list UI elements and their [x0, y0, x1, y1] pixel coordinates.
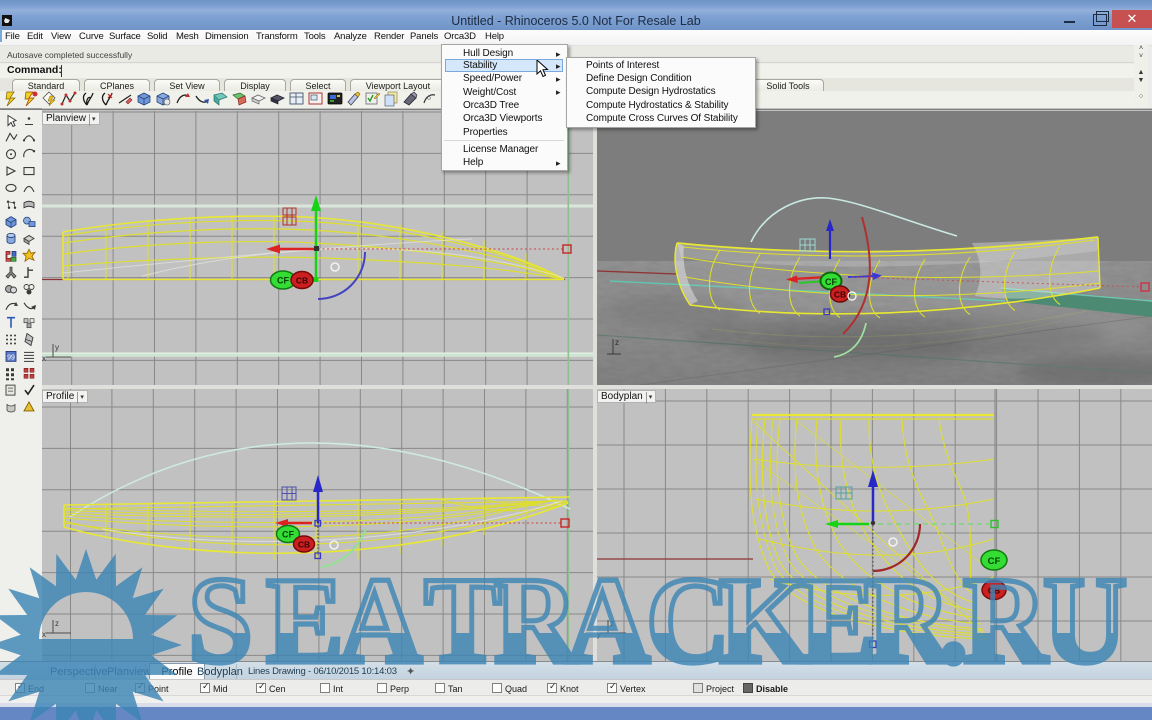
svg-text:x: x	[42, 354, 46, 363]
svg-text:CF: CF	[825, 277, 837, 287]
svg-text:CF: CF	[988, 556, 1001, 567]
svg-text:CF: CF	[277, 276, 289, 286]
svg-text:CF: CF	[282, 530, 294, 540]
svg-text:x: x	[42, 630, 46, 639]
svg-text:z: z	[55, 619, 59, 628]
svg-text:z: z	[615, 338, 619, 347]
svg-text:y: y	[597, 630, 601, 639]
svg-text:CB: CB	[834, 290, 846, 300]
svg-text:CB: CB	[298, 540, 310, 550]
svg-text:99: 99	[7, 354, 15, 361]
svg-text:z: z	[610, 619, 614, 628]
svg-text:y: y	[55, 343, 59, 352]
svg-text:CB: CB	[296, 276, 308, 286]
svg-text:CB: CB	[988, 586, 1000, 596]
